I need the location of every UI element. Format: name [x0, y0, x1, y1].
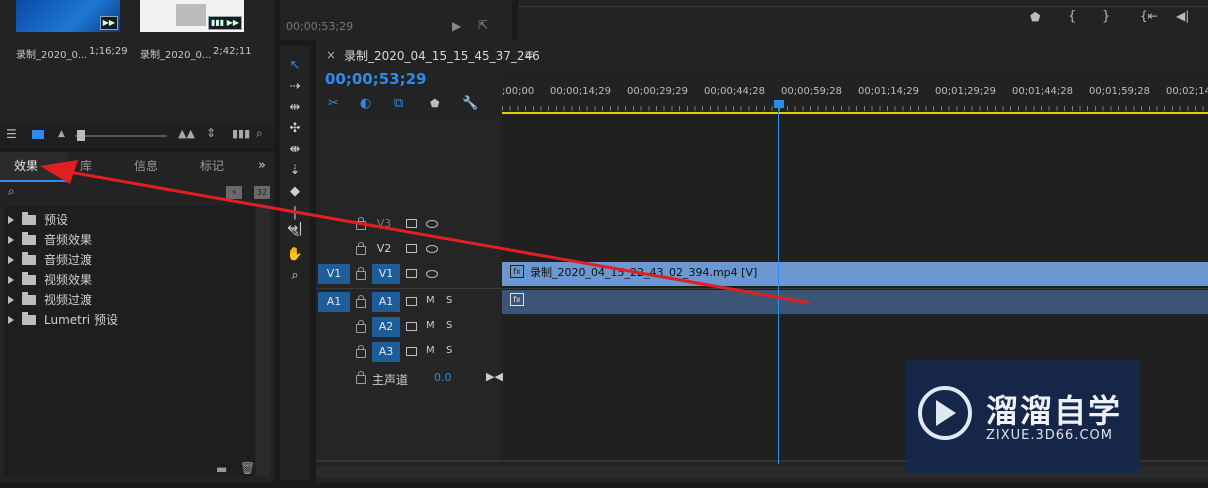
watermark-url: ZIXUE.3D66.COM — [986, 428, 1113, 443]
watermark-brand: 溜溜自学 — [986, 392, 1123, 430]
arrow-head — [40, 160, 78, 184]
play-logo-icon — [918, 386, 972, 440]
watermark: 溜溜自学 ZIXUE.3D66.COM — [906, 360, 1140, 474]
play-triangle — [936, 400, 956, 426]
arrow-shaft — [57, 168, 811, 305]
